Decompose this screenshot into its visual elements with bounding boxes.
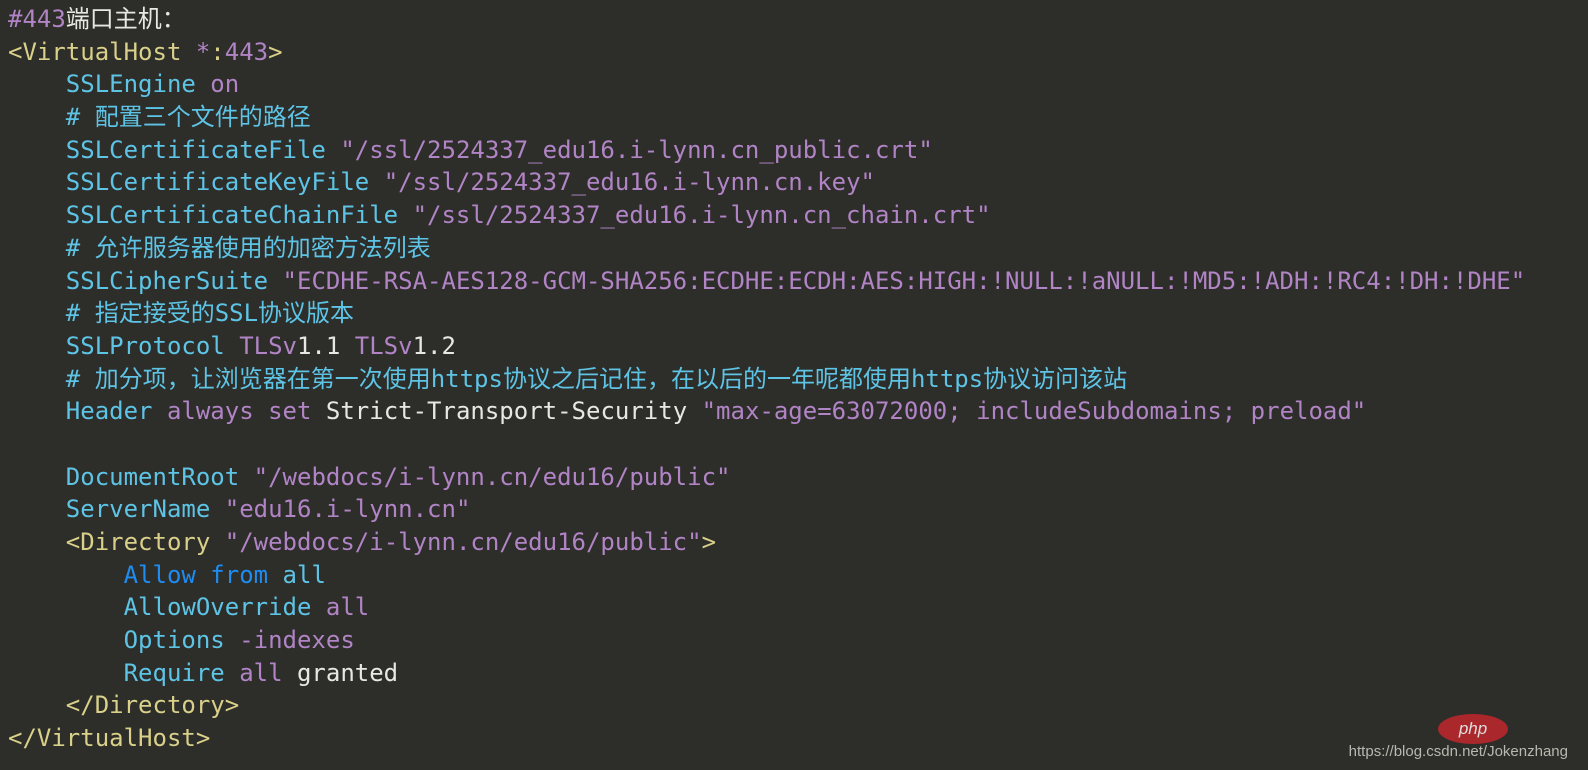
code-token: on bbox=[210, 70, 240, 99]
code-editor[interactable]: #443端口主机： <VirtualHost *:443> SSLEngine o… bbox=[8, 3, 1525, 755]
code-token: SSLCipherSuite bbox=[65, 266, 283, 295]
code-token: SSLCertificateFile bbox=[65, 135, 341, 164]
code-token: 1.1 bbox=[296, 331, 355, 360]
code-token: SSLEngine bbox=[65, 70, 211, 99]
code-token: * bbox=[195, 37, 211, 66]
code-line: #443端口主机： bbox=[8, 3, 1525, 36]
code-token: "ECDHE-RSA-AES128-GCM-SHA256:ECDHE:ECDH:… bbox=[282, 266, 1526, 295]
code-token: "/ssl/2524337_edu16.i-lynn.cn.key" bbox=[383, 168, 875, 197]
code-token: : bbox=[210, 37, 225, 66]
code-token: "max-age=63072000; includeSubdomains; pr… bbox=[701, 397, 1367, 426]
php-logo: php bbox=[1438, 714, 1508, 744]
code-line: Allow from all bbox=[8, 559, 1525, 592]
watermark-url: https://blog.csdn.net/Jokenzhang bbox=[1348, 743, 1568, 760]
code-line: SSLCertificateFile "/ssl/2524337_edu16.i… bbox=[8, 134, 1525, 167]
code-token: <VirtualHost bbox=[8, 37, 196, 66]
code-token: Header bbox=[65, 397, 167, 426]
code-line: SSLCertificateChainFile "/ssl/2524337_ed… bbox=[8, 199, 1525, 232]
code-line: # 配置三个文件的路径 bbox=[8, 101, 1525, 134]
code-token: -indexes bbox=[239, 626, 355, 655]
code-token: "/ssl/2524337_edu16.i-lynn.cn_public.crt… bbox=[340, 135, 933, 164]
code-token: </Directory> bbox=[65, 691, 240, 720]
code-token: SSLCertificateKeyFile bbox=[65, 168, 384, 197]
code-token: all bbox=[282, 560, 326, 589]
code-token: # 加分项，让浏览器在第一次使用https协议之后记住，在以后的一年呢都使用ht… bbox=[65, 364, 1128, 393]
code-token: TLSv bbox=[354, 331, 413, 360]
code-token: </VirtualHost> bbox=[8, 724, 211, 753]
code-token: granted bbox=[296, 658, 399, 687]
code-token: AllowOverride bbox=[123, 593, 326, 622]
code-token: Require bbox=[123, 658, 240, 687]
code-line: ServerName "edu16.i-lynn.cn" bbox=[8, 493, 1525, 526]
code-line bbox=[8, 428, 1525, 461]
code-token: "/webdocs/i-lynn.cn/edu16/public" bbox=[253, 462, 731, 491]
code-line: SSLCipherSuite "ECDHE-RSA-AES128-GCM-SHA… bbox=[8, 265, 1525, 298]
code-line: Options -indexes bbox=[8, 624, 1525, 657]
code-token: 端口主机： bbox=[65, 5, 186, 33]
code-token: always set bbox=[166, 397, 326, 426]
code-token: # 允许服务器使用的加密方法列表 bbox=[65, 233, 431, 262]
code-token: # 配置三个文件的路径 bbox=[65, 103, 311, 132]
code-token: DocumentRoot bbox=[65, 462, 254, 491]
code-token: ServerName bbox=[65, 495, 225, 524]
code-line: Require all granted bbox=[8, 657, 1525, 690]
code-token: Allow from bbox=[123, 560, 283, 589]
code-line: </VirtualHost> bbox=[8, 722, 1525, 755]
code-token: SSLProtocol bbox=[65, 331, 240, 360]
code-token: Options bbox=[123, 626, 240, 655]
code-token: > bbox=[268, 37, 283, 66]
code-token: "/webdocs/i-lynn.cn/edu16/public" bbox=[224, 528, 702, 556]
code-token: #443 bbox=[8, 5, 66, 33]
code-token: all bbox=[325, 593, 370, 622]
code-line: </Directory> bbox=[8, 689, 1525, 722]
code-line: # 加分项，让浏览器在第一次使用https协议之后记住，在以后的一年呢都使用ht… bbox=[8, 363, 1525, 396]
code-token: "/ssl/2524337_edu16.i-lynn.cn_chain.crt" bbox=[412, 201, 991, 230]
code-token: "edu16.i-lynn.cn" bbox=[224, 495, 471, 524]
code-token: <Directory bbox=[65, 528, 225, 556]
code-token: > bbox=[701, 528, 717, 556]
code-token: SSLCertificateChainFile bbox=[65, 201, 413, 230]
code-line: SSLProtocol TLSv1.1 TLSv1.2 bbox=[8, 330, 1525, 363]
code-token: Strict-Transport-Security bbox=[325, 397, 702, 426]
code-line: <VirtualHost *:443> bbox=[8, 36, 1525, 69]
code-line: SSLCertificateKeyFile "/ssl/2524337_edu1… bbox=[8, 166, 1525, 199]
code-line: Header always set Strict-Transport-Secur… bbox=[8, 395, 1525, 428]
code-token: 443 bbox=[224, 37, 269, 66]
code-line: # 允许服务器使用的加密方法列表 bbox=[8, 232, 1525, 265]
code-line: DocumentRoot "/webdocs/i-lynn.cn/edu16/p… bbox=[8, 461, 1525, 494]
code-line: SSLEngine on bbox=[8, 68, 1525, 101]
code-token: 1.2 bbox=[412, 331, 456, 360]
code-line: <Directory "/webdocs/i-lynn.cn/edu16/pub… bbox=[8, 526, 1525, 559]
code-line: # 指定接受的SSL协议版本 bbox=[8, 297, 1525, 330]
code-token: TLSv bbox=[239, 331, 297, 360]
code-token: all bbox=[239, 658, 297, 687]
code-line: AllowOverride all bbox=[8, 591, 1525, 624]
code-token: # 指定接受的SSL协议版本 bbox=[65, 299, 355, 328]
